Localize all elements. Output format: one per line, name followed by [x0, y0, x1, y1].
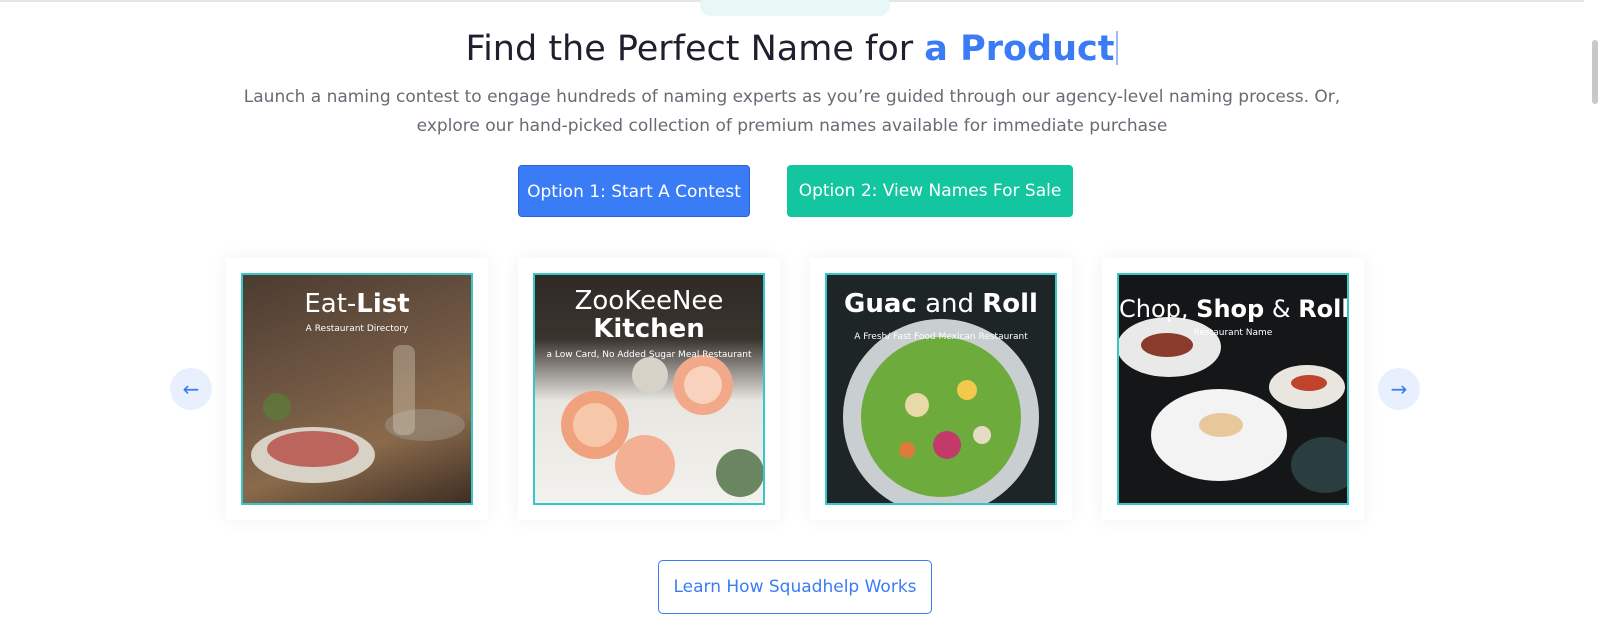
- card-title: Chop, Shop & Roll: [1119, 295, 1349, 323]
- page-title-prefix: Find the Perfect Name for: [465, 29, 925, 69]
- page-title: Find the Perfect Name for a Product: [0, 24, 1584, 74]
- carousel-prev-button[interactable]: ←: [170, 368, 212, 410]
- start-contest-button[interactable]: Option 1: Start A Contest: [518, 165, 750, 217]
- card-subtitle: a Low Card, No Added Sugar Meal Restaura…: [546, 350, 752, 360]
- example-image: Eat-List A Restaurant Directory: [241, 273, 473, 505]
- page-scrollbar[interactable]: [1592, 40, 1598, 104]
- example-card-zookeenee-kitchen[interactable]: ZooKeeNee Kitchen a Low Card, No Added S…: [518, 258, 780, 520]
- carousel-next-button[interactable]: →: [1378, 368, 1420, 410]
- example-card-guac-and-roll[interactable]: Guac and Roll A Fresh/ Fast Food Mexican…: [810, 258, 1072, 520]
- arrow-right-icon: →: [1390, 377, 1408, 401]
- view-names-for-sale-button[interactable]: Option 2: View Names For Sale: [787, 165, 1073, 217]
- card-subtitle: Restaurant Name: [1193, 328, 1273, 338]
- card-title: Guac and Roll: [844, 289, 1038, 319]
- example-image: Guac and Roll A Fresh/ Fast Food Mexican…: [825, 273, 1057, 505]
- example-card-chop-shop-roll[interactable]: Chop, Shop & Roll Restaurant Name: [1102, 258, 1364, 520]
- text-caret: [1116, 31, 1119, 65]
- example-card-eat-list[interactable]: Eat-List A Restaurant Directory: [226, 258, 488, 520]
- top-badge: [700, 0, 890, 16]
- page-title-accent: a Product: [924, 29, 1115, 69]
- card-subtitle: A Fresh/ Fast Food Mexican Restaurant: [854, 332, 1028, 342]
- card-title: Eat-List: [304, 289, 410, 319]
- example-image: ZooKeeNee Kitchen a Low Card, No Added S…: [533, 273, 765, 505]
- page-subtitle: Launch a naming contest to engage hundre…: [243, 87, 1341, 136]
- learn-how-button[interactable]: Learn How Squadhelp Works: [658, 560, 932, 614]
- card-subtitle: A Restaurant Directory: [305, 324, 409, 334]
- arrow-left-icon: ←: [182, 377, 200, 401]
- example-image: Chop, Shop & Roll Restaurant Name: [1117, 273, 1349, 505]
- card-title: ZooKeeNee Kitchen: [574, 286, 724, 344]
